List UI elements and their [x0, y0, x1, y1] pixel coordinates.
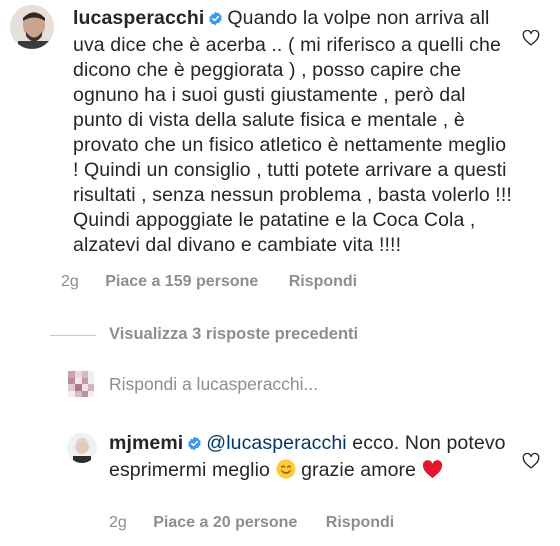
like-reply-button[interactable]: [522, 452, 540, 469]
avatar-image: [67, 433, 97, 463]
comment-body: lucasperacchi Quando la volpe non arriva …: [73, 6, 513, 258]
view-previous-replies-link[interactable]: Visualizza 3 risposte precedenti: [109, 325, 358, 344]
reply-button[interactable]: Rispondi: [289, 273, 357, 290]
heart-outline-icon: [522, 452, 540, 469]
reply-bar-avatar: [68, 371, 94, 397]
comment-text: Quando la volpe non arriva all uva dice …: [73, 7, 512, 256]
comment-timestamp: 2g: [61, 273, 79, 290]
avatar-image: [10, 5, 54, 49]
heart-outline-icon: [522, 29, 540, 46]
reply-meta-row: 2g Piace a 20 persone Rispondi: [109, 514, 394, 534]
like-comment-button[interactable]: [522, 29, 540, 46]
red-heart-emoji: [422, 460, 443, 486]
comment-text-part-2: grazie amore: [301, 459, 417, 481]
reply-timestamp: 2g: [109, 514, 127, 531]
mention-link[interactable]: @lucasperacchi: [206, 432, 346, 454]
verified-badge-icon: [208, 8, 223, 33]
pixelated-avatar-image: [68, 371, 94, 397]
likes-count-link[interactable]: Piace a 20 persone: [153, 514, 297, 531]
comment-meta-row: 2g Piace a 159 persone Rispondi: [61, 273, 357, 293]
comment-username[interactable]: mjmemi: [109, 432, 183, 454]
smiling-face-emoji: [276, 459, 296, 486]
verified-badge-icon: [187, 433, 202, 458]
avatar-mjmemi[interactable]: [67, 433, 97, 463]
avatar-lucasperacchi[interactable]: [10, 5, 54, 49]
comment-username[interactable]: lucasperacchi: [73, 7, 204, 29]
reply-comment-body: mjmemi @lucasperacchi ecco. Non potevo es…: [109, 431, 509, 486]
reply-input-placeholder[interactable]: Rispondi a lucasperacchi...: [109, 374, 318, 395]
replies-divider-line: [50, 335, 96, 336]
likes-count-link[interactable]: Piace a 159 persone: [105, 273, 258, 290]
reply-button[interactable]: Rispondi: [326, 514, 394, 531]
